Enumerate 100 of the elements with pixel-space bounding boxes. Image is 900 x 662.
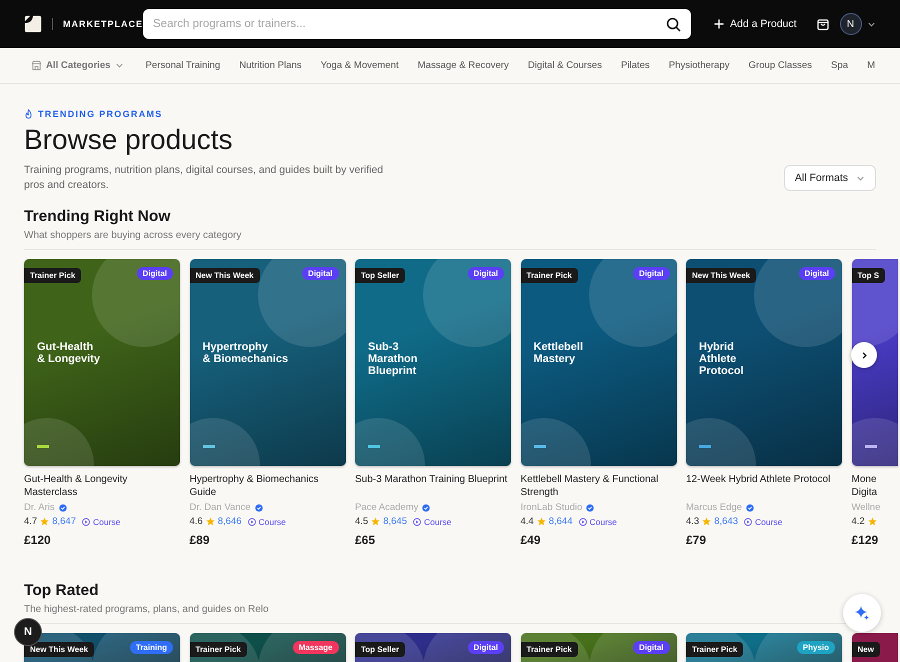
category-link[interactable]: Yoga & Movement	[320, 60, 399, 71]
category-dropdown[interactable]: All Categories	[31, 60, 124, 71]
product-badge: Trainer Pick	[520, 268, 578, 283]
page-title: Browse products	[24, 123, 234, 157]
logo-icon	[24, 14, 42, 34]
product-title[interactable]: Kettlebell Mastery & Functional Strength	[520, 473, 676, 499]
review-count[interactable]: 8,643	[714, 516, 738, 527]
format-tag: Training	[130, 641, 173, 654]
review-count[interactable]: 8,644	[548, 516, 572, 527]
product-badge: New This Week	[190, 268, 260, 283]
category-link[interactable]: Personal Training	[146, 60, 220, 71]
product-title[interactable]: Hypertrophy & Biomechanics Guide	[190, 473, 346, 499]
category-link[interactable]: M	[867, 60, 876, 71]
product-badge: New	[852, 642, 880, 657]
flame-icon	[24, 109, 33, 119]
format-tag: Digital	[633, 641, 670, 654]
rating-value: 4.6	[190, 516, 203, 527]
product-type: Course	[258, 516, 286, 526]
product-cover[interactable]: Trainer Pick Massage	[190, 633, 346, 662]
product-badge: Top S	[852, 268, 886, 283]
product-type: Course	[93, 516, 120, 526]
rating-value: 4.7	[24, 516, 38, 527]
verified-icon	[746, 504, 754, 512]
format-tag: Digital	[302, 267, 338, 280]
product-cover[interactable]: Top Seller Digital	[355, 633, 511, 662]
product-badge: New This Week	[686, 268, 756, 283]
rating-value: 4.3	[686, 516, 700, 527]
category-link[interactable]: Spa	[830, 60, 848, 71]
chevron-down-icon	[114, 61, 124, 70]
add-product-button[interactable]: Add a Product	[714, 18, 797, 30]
product-cover[interactable]: Trainer Pick Digital Gut-Health & Longevity	[24, 259, 180, 466]
product-badge: Trainer Pick	[520, 642, 578, 657]
format-tag: Digital	[633, 267, 670, 280]
product-title[interactable]: 12-Week Hybrid Athlete Protocol	[686, 473, 842, 499]
product-cover[interactable]: Top S	[852, 259, 898, 466]
eyebrow-label: TRENDING PROGRAMS	[38, 109, 163, 119]
section-title: Trending Right Now	[24, 207, 172, 226]
category-link[interactable]: Nutrition Plans	[239, 60, 302, 71]
product-price: £120	[24, 533, 52, 547]
star-icon	[371, 517, 380, 526]
product-title[interactable]: Mone Digita	[852, 473, 898, 499]
sparkle-icon	[854, 605, 870, 621]
star-icon	[206, 517, 215, 526]
star-icon	[40, 517, 50, 526]
product-cover[interactable]: Top Seller Digital Sub-3 Marathon Blueprint	[355, 259, 511, 466]
product-badge: New This Week	[24, 642, 94, 657]
section-subtitle: What shoppers are buying across every category	[24, 230, 242, 241]
product-cover[interactable]: Trainer Pick Digital Kettlebell Mastery	[520, 259, 676, 466]
plus-icon	[714, 19, 724, 29]
product-title[interactable]: Gut-Health & Longevity Masterclass	[24, 473, 180, 499]
play-circle-icon	[248, 518, 256, 526]
product-cover[interactable]: New This Week Digital Hybrid Athlete Protocol	[686, 259, 842, 466]
verified-icon	[254, 504, 263, 512]
category-link[interactable]: Group Classes	[748, 60, 812, 71]
category-link[interactable]: Digital & Courses	[528, 60, 602, 71]
product-badge: Trainer Pick	[190, 642, 247, 657]
product-price: £89	[190, 533, 211, 547]
avatar-badge[interactable]: N	[14, 618, 42, 646]
rating-value: 4.2	[852, 516, 865, 527]
product-price: £129	[852, 533, 880, 547]
verified-icon	[586, 504, 594, 512]
format-tag: Massage	[292, 641, 338, 654]
product-cover[interactable]: New	[852, 633, 898, 662]
assistant-button[interactable]	[843, 594, 881, 632]
product-badge: Trainer Pick	[24, 268, 82, 283]
chevron-right-icon	[860, 350, 868, 360]
search-field[interactable]: Search programs or trainers...	[143, 9, 691, 39]
product-type: Course	[424, 516, 452, 526]
cart-button[interactable]	[816, 17, 830, 31]
product-cover[interactable]: New This Week Digital Hypertrophy & Biomechanics	[190, 259, 346, 466]
product-cover[interactable]: Trainer Pick Physio	[686, 633, 842, 662]
section-subtitle: The highest-rated programs, plans, and guides on Relo	[24, 604, 269, 615]
star-icon	[868, 517, 877, 526]
review-count[interactable]: 8,646	[218, 516, 242, 527]
product-title[interactable]: Sub-3 Marathon Training Blueprint	[355, 473, 511, 499]
store-icon	[31, 60, 42, 71]
format-tag: Digital	[468, 641, 504, 654]
review-count[interactable]: 8,647	[52, 516, 76, 527]
review-count[interactable]: 8,645	[383, 516, 407, 527]
rating-value: 4.5	[355, 516, 368, 527]
product-cover[interactable]: Trainer Pick Digital	[520, 633, 676, 662]
cover-title: Hypertrophy & Biomechanics	[202, 341, 288, 365]
play-circle-icon	[82, 518, 90, 526]
play-circle-icon	[413, 518, 421, 526]
format-dropdown[interactable]: All Formats	[784, 165, 876, 191]
cover-title: Gut-Health & Longevity	[37, 341, 100, 365]
format-tag: Physio	[796, 641, 835, 654]
star-icon	[702, 517, 712, 526]
product-type: Course	[590, 516, 617, 526]
category-link[interactable]: Pilates	[620, 60, 650, 71]
product-badge: Top Seller	[355, 642, 406, 657]
category-link[interactable]: Massage & Recovery	[418, 60, 509, 71]
verified-icon	[58, 504, 67, 512]
product-type: Course	[755, 516, 782, 526]
verified-icon	[422, 504, 430, 512]
category-link[interactable]: Physiotherapy	[668, 60, 730, 71]
avatar-button[interactable]: N	[840, 13, 862, 35]
cover-title: Kettlebell Mastery	[534, 341, 584, 365]
format-tag: Digital	[798, 267, 835, 280]
bag-icon	[816, 17, 830, 31]
